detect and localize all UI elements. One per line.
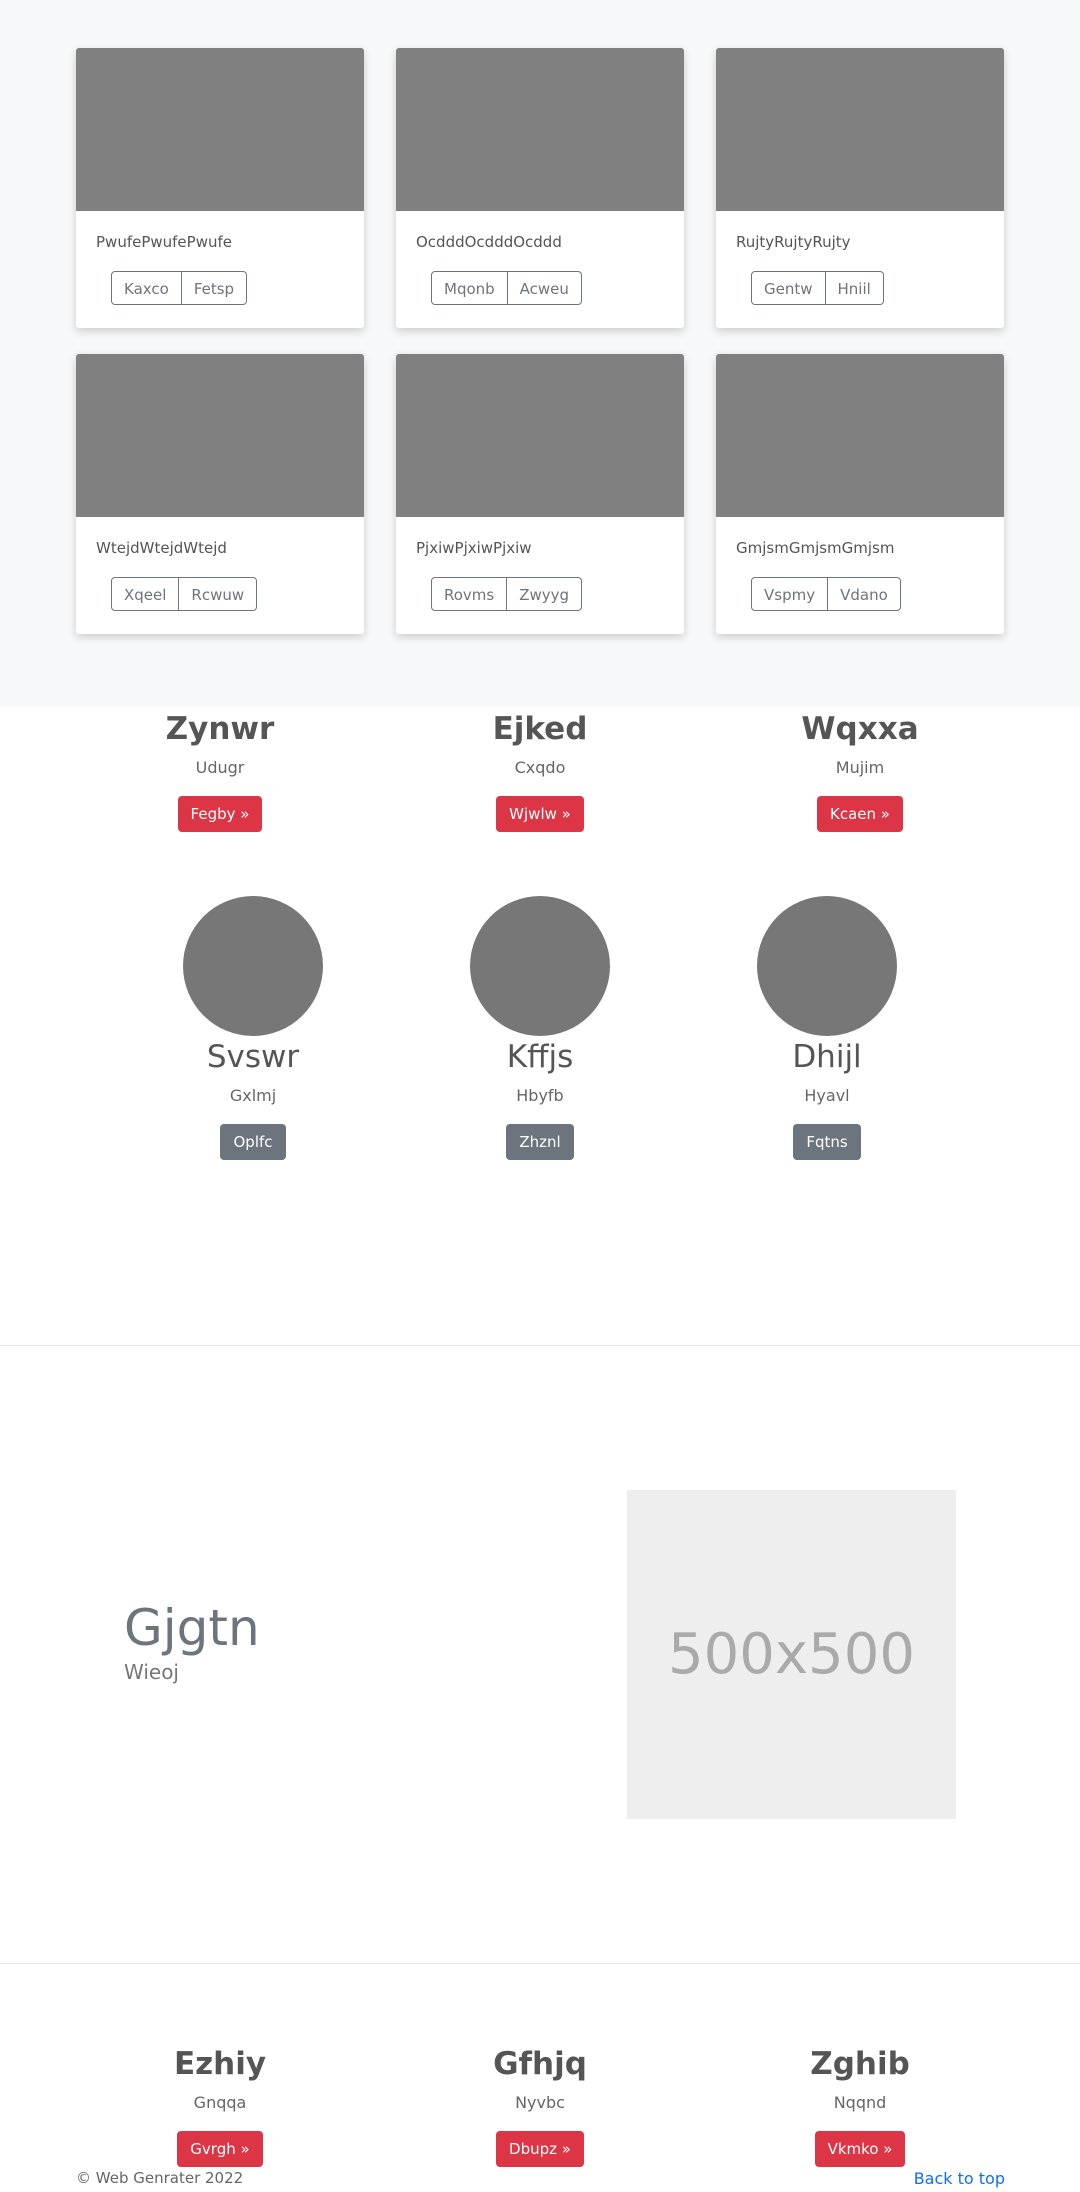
album-card: PjxiwPjxiwPjxiw Rovms Zwyyg (396, 354, 684, 634)
featurette-divider (0, 1345, 1080, 1346)
card-button[interactable]: Acweu (507, 271, 582, 305)
feature-heading: Zghib (810, 2046, 910, 2082)
marketing-heading: Svswr (206, 1039, 300, 1075)
feature-heading: Gfhjq (493, 2046, 587, 2082)
marketing-subtext: Hbyfb (516, 1086, 564, 1105)
album-section: PwufePwufePwufe Kaxco Fetsp OcdddOcdddOc… (0, 0, 1080, 707)
marketing-column: Svswr Gxlmj Oplfc (133, 1037, 373, 1160)
album-card: OcdddOcdddOcddd Mqonb Acweu (396, 48, 684, 328)
card-button[interactable]: Hniil (825, 271, 884, 305)
card-text: OcdddOcdddOcddd (416, 233, 562, 251)
marketing-avatar (183, 896, 323, 1036)
card-text: RujtyRujtyRujty (736, 233, 851, 251)
album-card: PwufePwufePwufe Kaxco Fetsp (76, 48, 364, 328)
feature-subtext: Gnqqa (193, 2093, 247, 2112)
feature-column: Wqxxa Mujim Kcaen » (710, 709, 1010, 832)
feature-subtext: Cxqdo (514, 758, 566, 777)
album-card: WtejdWtejdWtejd Xqeel Rcwuw (76, 354, 364, 634)
marketing-avatar (470, 896, 610, 1036)
featurette-heading: Gjgtn (124, 1599, 260, 1657)
feature-subtext: Udugr (195, 758, 245, 777)
card-thumbnail (716, 354, 1004, 517)
feature-column: Gfhjq Nyvbc Dbupz » (390, 2044, 690, 2167)
marketing-avatar (757, 896, 897, 1036)
marketing-subtext: Gxlmj (229, 1086, 277, 1105)
feature-button[interactable]: Vkmko » (814, 2131, 906, 2167)
feature-column: Zghib Nqqnd Vkmko » (710, 2044, 1010, 2167)
marketing-subtext: Hyavl (804, 1086, 850, 1105)
card-button[interactable]: Rovms (431, 577, 508, 611)
card-text: WtejdWtejdWtejd (96, 539, 227, 557)
card-button[interactable]: Fetsp (181, 271, 248, 305)
card-button[interactable]: Mqonb (431, 271, 508, 305)
card-button-group: Rovms Zwyyg (431, 577, 583, 611)
feature-subtext: Mujim (835, 758, 885, 777)
feature-column: Ezhiy Gnqqa Gvrgh » (70, 2044, 370, 2167)
feature-button[interactable]: Fegby » (177, 796, 263, 832)
card-thumbnail (396, 48, 684, 211)
card-button[interactable]: Kaxco (111, 271, 182, 305)
feature-column: Ejked Cxqdo Wjwlw » (390, 709, 690, 832)
card-button-group: Xqeel Rcwuw (111, 577, 258, 611)
card-thumbnail (76, 48, 364, 211)
card-button[interactable]: Gentw (751, 271, 826, 305)
card-button[interactable]: Vdano (828, 577, 901, 611)
feature-heading: Zynwr (165, 711, 275, 747)
card-text: PwufePwufePwufe (96, 233, 232, 251)
feature-heading: Wqxxa (801, 711, 919, 747)
featurette-divider (0, 1963, 1080, 1964)
back-to-top-link[interactable]: Back to top (914, 2169, 1005, 2188)
marketing-column: Dhijl Hyavl Fqtns (707, 1037, 947, 1160)
feature-heading: Ejked (492, 711, 588, 747)
feature-button[interactable]: Dbupz » (496, 2131, 584, 2167)
feature-button[interactable]: Kcaen » (817, 796, 903, 832)
card-text: PjxiwPjxiwPjxiw (416, 539, 532, 557)
album-card: GmjsmGmjsmGmjsm Vspmy Vdano (716, 354, 1004, 634)
marketing-button[interactable]: Zhznl (506, 1124, 574, 1160)
card-text: GmjsmGmjsmGmjsm (736, 539, 895, 557)
feature-button[interactable]: Wjwlw » (496, 796, 584, 832)
feature-column: Zynwr Udugr Fegby » (70, 709, 370, 832)
card-button[interactable]: Zwyyg (507, 577, 583, 611)
marketing-column: Kffjs Hbyfb Zhznl (420, 1037, 660, 1160)
card-thumbnail (396, 354, 684, 517)
feature-subtext: Nyvbc (515, 2093, 565, 2112)
card-button-group: Mqonb Acweu (431, 271, 582, 305)
footer-copyright: © Web Genrater 2022 (76, 2169, 244, 2187)
card-thumbnail (76, 354, 364, 517)
card-button-group: Gentw Hniil (751, 271, 884, 305)
card-button[interactable]: Xqeel (111, 577, 180, 611)
feature-heading: Ezhiy (173, 2046, 267, 2082)
card-button[interactable]: Rcwuw (179, 577, 258, 611)
album-card: RujtyRujtyRujty Gentw Hniil (716, 48, 1004, 328)
marketing-heading: Dhijl (792, 1039, 862, 1075)
featurette-image-placeholder: 500x500 (627, 1490, 956, 1819)
feature-subtext: Nqqnd (833, 2093, 887, 2112)
feature-button[interactable]: Gvrgh » (177, 2131, 263, 2167)
featurette-lead: Wieoj (124, 1660, 179, 1684)
card-button-group: Kaxco Fetsp (111, 271, 248, 305)
marketing-heading: Kffjs (506, 1039, 574, 1075)
marketing-button[interactable]: Fqtns (793, 1124, 861, 1160)
marketing-button[interactable]: Oplfc (220, 1124, 286, 1160)
card-thumbnail (716, 48, 1004, 211)
card-button-group: Vspmy Vdano (751, 577, 901, 611)
card-button[interactable]: Vspmy (751, 577, 829, 611)
